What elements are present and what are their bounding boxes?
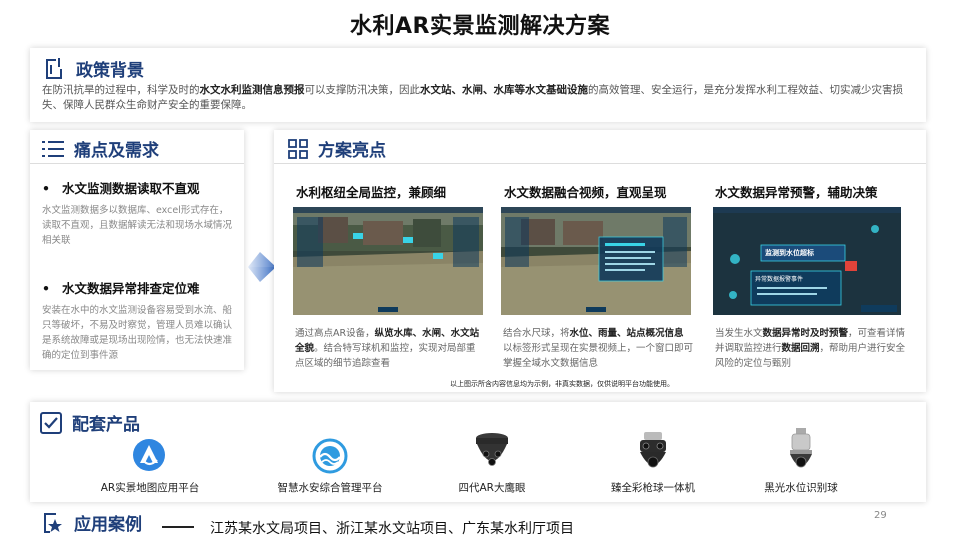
- water-level-dome-camera-icon: [790, 428, 812, 468]
- highlight-card-desc: 通过高点AR设备，纵览水库、水闸、水文站全貌。结合特写球机和监控，实现对局部重点…: [295, 326, 485, 371]
- body-text-segment: 通过高点AR设备，: [295, 328, 375, 339]
- pain-item-1: • 水文监测数据读取不直观 水文监测数据多以数据库、excel形式存在，读取不直观…: [42, 178, 237, 248]
- highlight-text: 水位、雨量、站点概况信息: [569, 328, 684, 339]
- ar-map-logo-icon: [133, 439, 165, 471]
- alarm-label: 监测到水位超标: [765, 249, 814, 257]
- highlight-text: 数据回溯: [781, 343, 820, 354]
- river-monitoring-image: [293, 207, 483, 315]
- body-text-segment: 可以支撑防汛决策，因此: [304, 84, 421, 96]
- highlights-panel: 方案亮点 水利枢纽全局监控，兼顾细 通过高点AR设备，纵览水库、水闸、水文站全貌…: [274, 130, 926, 392]
- products-heading-label: 配套产品: [72, 415, 140, 435]
- highlights-heading: 方案亮点: [288, 136, 386, 161]
- body-text-segment: 以标签形式呈现在实景视频上，一个窗口即可掌握全域水文数据信息: [503, 343, 694, 369]
- pain-item-title: • 水文数据异常排查定位难: [42, 281, 200, 296]
- pain-item-text: 安装在水中的水文监测设备容易受到水流、船只等破坏，不易及时察觉，管理人员难以确认…: [42, 305, 233, 361]
- pain-item-2: • 水文数据异常排查定位难 安装在水中的水文监测设备容易受到水流、船只等破坏，不易…: [42, 278, 237, 363]
- body-text-segment: 结合水尺球，将: [503, 328, 570, 339]
- policy-text: 在防汛抗旱的过程中，科学及时的水文水利监测信息预报可以支撑防汛决策，因此水文站、…: [42, 83, 918, 113]
- product-label: 智慧水安综合管理平台: [277, 482, 383, 494]
- list-icon: [42, 140, 64, 157]
- cases-heading: 应用案例: [40, 510, 142, 535]
- highlight-text: 水文水利监测信息预报: [199, 84, 305, 96]
- highlight-card-title: 水文数据融合视频，直观呈现: [504, 185, 667, 200]
- pain-panel: 痛点及需求 • 水文监测数据读取不直观 水文监测数据多以数据库、excel形式存在…: [30, 130, 244, 370]
- alarm-event-label: 异常数据报警事件: [755, 276, 804, 283]
- highlights-heading-label: 方案亮点: [318, 141, 386, 161]
- highlight-text: 水文站、水闸、水库等水文基础设施: [420, 84, 588, 96]
- pain-heading-label: 痛点及需求: [74, 141, 159, 161]
- pain-item-title: • 水文监测数据读取不直观: [42, 181, 200, 196]
- page-number: 29: [874, 510, 887, 521]
- policy-heading-label: 政策背景: [76, 61, 144, 81]
- divider: [30, 163, 244, 164]
- cases-heading-label: 应用案例: [74, 515, 142, 535]
- page-title: 水利AR实景监测解决方案: [350, 14, 610, 39]
- pain-heading: 痛点及需求: [42, 136, 159, 161]
- grid-icon: [288, 138, 308, 159]
- product-label: 四代AR大鹰眼: [458, 482, 526, 494]
- pain-item-text: 水文监测数据多以数据库、excel形式存在，读取不直观，且数据解读无法和现场水域…: [42, 205, 233, 246]
- disclaimer: 以上图示所含内容信息均为示例，非真实数据，仅供说明平台功能使用。: [450, 380, 674, 388]
- body-text-segment: 。结合特写球机和监控，实现对局部重点区域的细节追踪查看: [295, 343, 476, 369]
- body-text-segment: 在防汛抗旱的过程中，科学及时的: [42, 84, 200, 96]
- product-label: 臻全彩枪球一体机: [611, 482, 695, 494]
- document-icon: [46, 57, 62, 79]
- highlight-card-title: 水利枢纽全局监控，兼顾细: [296, 185, 447, 200]
- cases-text: 江苏某水文局项目、浙江某水文站项目、广东某水利厅项目: [210, 521, 574, 537]
- highlight-card-desc: 当发生水文数据异常时及时预警，可查看详情并调取监控进行数据回溯，帮助用户进行安全…: [715, 326, 907, 371]
- body-text-segment: 当发生水文: [715, 328, 763, 339]
- alarm-data-image: 监测到水位超标 异常数据报警事件: [713, 207, 901, 315]
- policy-heading: 政策背景: [42, 56, 144, 81]
- product-label: 黑光水位识别球: [764, 482, 838, 494]
- highlight-card-desc: 结合水尺球，将水位、雨量、站点概况信息以标签形式呈现在实景视频上，一个窗口即可掌…: [503, 326, 693, 371]
- bookmark-star-icon: [44, 512, 62, 533]
- divider: [274, 163, 926, 164]
- policy-panel: 政策背景 在防汛抗旱的过程中，科学及时的水文水利监测信息预报可以支撑防汛决策，因…: [30, 48, 926, 122]
- products-heading: 配套产品: [40, 410, 140, 435]
- ar-eagle-eye-camera-icon: [476, 433, 508, 466]
- checkbox-icon: [40, 411, 62, 434]
- water-data-video-image: [501, 207, 691, 315]
- highlight-text: 数据异常时及时预警: [762, 328, 849, 339]
- bullet-dome-camera-icon: [640, 432, 666, 468]
- products-panel: 配套产品 AR实景地图应用平台 智慧水安综合管理平台 四代AR大鹰眼 臻全彩枪球…: [30, 402, 926, 502]
- cases-divider: [162, 526, 194, 528]
- highlight-card-title: 水文数据异常预警，辅助决策: [715, 185, 878, 200]
- product-label: AR实景地图应用平台: [100, 482, 200, 494]
- water-safety-logo-icon: [312, 438, 348, 474]
- chevron-right-icon: [248, 252, 276, 282]
